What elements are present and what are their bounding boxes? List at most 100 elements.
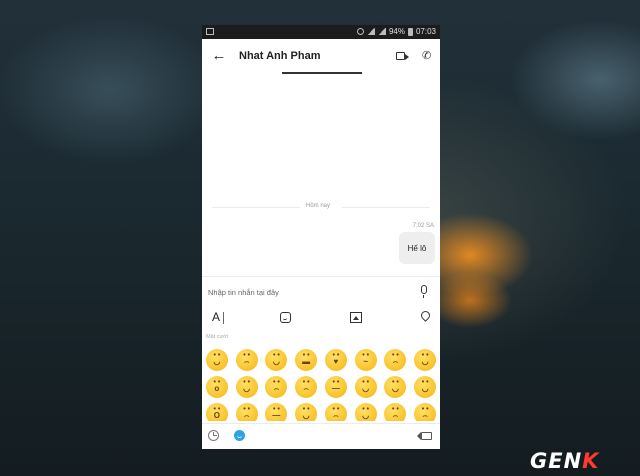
wink-mouth: ◡	[243, 384, 251, 393]
emoji-pensive[interactable]: • • ⌢	[321, 400, 351, 421]
neutral-mouth: —	[331, 384, 340, 393]
emoji-sad[interactable]: • • ⌢	[381, 346, 411, 373]
grin-emoji-icon: • • ◡	[265, 349, 288, 371]
wifi-icon	[366, 28, 375, 35]
emoji-grid: • • ◡ • • ⌢ • • ◡ • • ▬ • • ♥ • • ~ • • ⌢ • • ◡ • • o • • ◡…	[202, 346, 440, 421]
date-divider-line-right	[342, 207, 430, 208]
surprised-emoji-icon: • • o	[205, 376, 228, 398]
emoji-tongue[interactable]: • • ◡	[351, 400, 381, 421]
shocked-mouth: O	[213, 411, 220, 420]
pensive-mouth: ⌢	[333, 411, 339, 420]
tongue-mouth: ◡	[362, 411, 370, 420]
emoji-heart-eyes[interactable]: • • ♥	[321, 346, 351, 373]
smirk-mouth: ◡	[362, 384, 370, 393]
emoji-angry[interactable]: • • ⌢	[381, 400, 411, 421]
composer	[202, 276, 440, 307]
sunglasses-mouth: ▬	[302, 357, 311, 366]
emoji-relieved[interactable]: • • ◡	[291, 400, 321, 421]
emoji-neutral[interactable]: • • —	[321, 373, 351, 400]
squint-mouth: ⌢	[243, 411, 250, 420]
worried-mouth: ⌢	[243, 357, 250, 366]
smile-emoji-icon: • • ◡	[205, 349, 228, 371]
emoji-section-label: Mặt cười	[206, 334, 228, 340]
tongue-emoji-icon: • • ◡	[354, 403, 377, 421]
back-arrow-icon[interactable]: ←	[210, 47, 228, 65]
genk-watermark-logo: GENK	[530, 449, 600, 473]
battery-icon	[407, 27, 413, 36]
date-divider: Hôm nay	[302, 203, 335, 209]
worried-emoji-icon: • • ⌢	[235, 349, 258, 371]
sneeze-emoji-icon: • • ~	[354, 349, 377, 371]
contact-name[interactable]: Nhat Anh Pham	[239, 50, 321, 62]
video-call-icon[interactable]	[396, 52, 409, 60]
message-input[interactable]	[208, 285, 398, 299]
smiley-tab-icon[interactable]	[234, 430, 245, 441]
blush-mouth: ◡	[391, 384, 399, 393]
relieved-emoji-icon: • • ◡	[295, 403, 318, 421]
emoji-smirk[interactable]: • • ◡	[351, 373, 381, 400]
angry-emoji-icon: • • ⌢	[384, 403, 407, 421]
sad-emoji-icon: • • ⌢	[384, 349, 407, 371]
devil-cat-mouth: ◡	[421, 384, 429, 393]
backspace-icon[interactable]	[417, 432, 432, 440]
message-time: 7:02 SA	[412, 223, 434, 229]
emoji-sneeze[interactable]: • • ~	[351, 346, 381, 373]
emoji-sunglasses[interactable]: • • ▬	[291, 346, 321, 373]
smirk-emoji-icon: • • ◡	[354, 376, 377, 398]
location-icon[interactable]	[419, 309, 432, 322]
sticker-icon[interactable]	[280, 312, 291, 323]
sad-mouth: ⌢	[392, 357, 398, 366]
title-underline	[282, 72, 362, 74]
devil-cat-emoji-icon: • • ◡	[414, 376, 437, 398]
rofl-mouth: ◡	[421, 357, 429, 366]
alarm-icon	[356, 28, 364, 35]
recent-emoji-icon[interactable]	[208, 430, 219, 441]
microphone-icon[interactable]	[421, 285, 427, 298]
sweat-emoji-icon: • • ⌢	[295, 376, 318, 398]
heart-eyes-mouth: ♥	[333, 357, 339, 366]
battery-percent: 94%	[388, 27, 405, 36]
emoji-frown[interactable]: • • ⌢	[410, 400, 440, 421]
emoji-surprised[interactable]: • • o	[202, 373, 232, 400]
sweat-mouth: ⌢	[303, 384, 309, 393]
message-bubble[interactable]: Hế lô	[399, 232, 435, 264]
emoji-grin[interactable]: • • ◡	[262, 346, 292, 373]
phone-call-icon[interactable]: ✆	[422, 49, 431, 62]
signal-icon	[377, 28, 386, 35]
text-format-icon[interactable]: A	[212, 310, 225, 324]
emoji-wink[interactable]: • • ◡	[232, 373, 262, 400]
frown-emoji-icon: • • ⌢	[414, 403, 437, 421]
chat-header: ← Nhat Anh Pham ✆	[202, 39, 440, 76]
angry-mouth: ⌢	[392, 411, 398, 420]
status-icons: 94% 07:03	[356, 27, 436, 36]
emoji-shocked[interactable]: • • O	[202, 400, 232, 421]
status-bar: 94% 07:03	[202, 25, 440, 39]
emoji-cry[interactable]: • • ⌢	[262, 373, 292, 400]
image-icon[interactable]	[350, 312, 362, 323]
phone-screen: 94% 07:03 ← Nhat Anh Pham ✆ Hôm nay 7:02…	[202, 25, 440, 449]
status-time: 07:03	[415, 27, 436, 36]
wink-emoji-icon: • • ◡	[235, 376, 258, 398]
emoji-smile[interactable]: • • ◡	[202, 346, 232, 373]
composer-toolbar: A	[202, 306, 440, 330]
emoji-devil-cat[interactable]: • • ◡	[410, 373, 440, 400]
emoji-rofl[interactable]: • • ◡	[410, 346, 440, 373]
emoji-sleepy[interactable]: • • —	[262, 400, 292, 421]
sunglasses-emoji-icon: • • ▬	[295, 349, 318, 371]
pensive-emoji-icon: • • ⌢	[324, 403, 347, 421]
shocked-emoji-icon: • • O	[205, 403, 228, 421]
emoji-sweat[interactable]: • • ⌢	[291, 373, 321, 400]
surprised-mouth: o	[214, 384, 220, 393]
grin-mouth: ◡	[272, 357, 280, 366]
sneeze-mouth: ~	[363, 357, 368, 366]
message-list[interactable]: Hôm nay 7:02 SA Hế lô	[202, 75, 440, 273]
emoji-squint[interactable]: • • ⌢	[232, 400, 262, 421]
emoji-blush[interactable]: • • ◡	[381, 373, 411, 400]
blush-emoji-icon: • • ◡	[384, 376, 407, 398]
gallery-notification-icon	[206, 28, 214, 35]
message-text: Hế lô	[407, 243, 427, 253]
sleepy-mouth: —	[272, 411, 281, 420]
emoji-worried[interactable]: • • ⌢	[232, 346, 262, 373]
neutral-emoji-icon: • • —	[324, 376, 347, 398]
cry-emoji-icon: • • ⌢	[265, 376, 288, 398]
